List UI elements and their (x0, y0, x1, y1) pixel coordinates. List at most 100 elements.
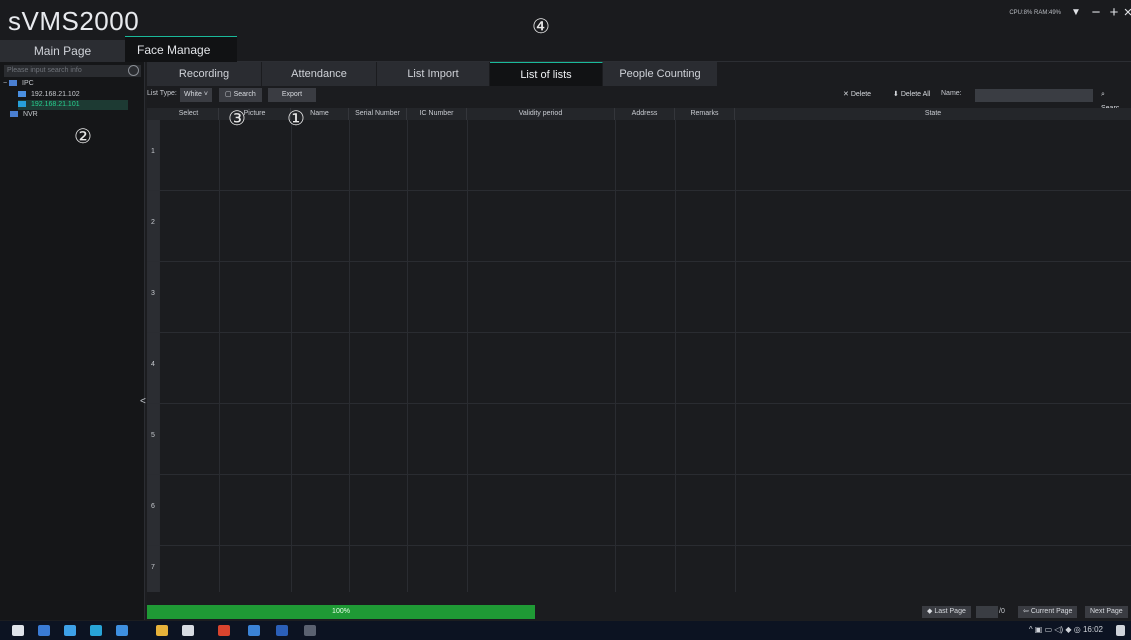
row-number: 2 (151, 219, 155, 226)
maximize-icon[interactable]: + (1107, 4, 1121, 21)
row-divider (147, 261, 1131, 262)
delete-button[interactable]: ✕ Delete (837, 88, 877, 102)
progress-bar: 100% (147, 605, 535, 619)
current-page-button[interactable]: ⇦ Current Page (1018, 606, 1078, 618)
current-page-label: Current Page (1030, 608, 1073, 615)
search-button-label: Search (233, 91, 256, 98)
dropdown-icon[interactable]: ▼ (1069, 7, 1083, 18)
tree-node-camera[interactable]: 192.168.21.102 (18, 90, 80, 100)
tree-node-nvr[interactable]: NVR (10, 110, 38, 120)
os-taskbar: ^ ▣ ▭ ◁) ◆ ◎ 16:02 (0, 621, 1131, 640)
name-filter-input[interactable] (975, 89, 1093, 102)
table-row[interactable]: 2 (147, 191, 159, 261)
start-icon[interactable] (12, 625, 24, 636)
file-explorer-icon[interactable] (38, 625, 50, 636)
device-tree-panel: Please input search info − IPC 192.168.2… (0, 62, 146, 620)
collapse-panel-icon[interactable]: < (140, 396, 146, 407)
last-page-label: Last Page (934, 608, 966, 615)
table-row[interactable]: 4 (147, 333, 159, 403)
tab-face-manage[interactable]: Face Manage (125, 36, 237, 62)
marker-1: ① (287, 106, 305, 130)
name-filter-label: Name: (941, 90, 962, 97)
table-row[interactable]: 5 (147, 404, 159, 474)
browser-icon[interactable] (90, 625, 102, 636)
folder-icon (10, 111, 18, 118)
table-row[interactable]: 1 (147, 120, 159, 190)
tab-main-page[interactable]: Main Page (0, 40, 125, 62)
app-icon[interactable] (116, 625, 128, 636)
search-right-button[interactable]: ⌕ Searc (1095, 88, 1131, 112)
close-icon[interactable]: × (1121, 4, 1131, 21)
table-row[interactable]: 6 (147, 475, 159, 545)
search-icon[interactable] (128, 65, 139, 76)
col-address[interactable]: Address (615, 108, 675, 120)
delete-all-label: Delete All (900, 91, 931, 98)
row-number: 4 (151, 361, 155, 368)
table-row[interactable]: 7 (147, 546, 159, 592)
system-tray: ^ ▣ ▭ ◁) ◆ ◎ 16:02 (1029, 625, 1103, 634)
tab-list-import[interactable]: List Import (377, 62, 490, 86)
minimize-icon[interactable]: − (1089, 4, 1103, 21)
tray-icons[interactable]: ^ ▣ ▭ ◁) ◆ ◎ (1029, 625, 1083, 634)
camera-icon (18, 101, 26, 108)
app-window: sVMS2000 Main Page Face Manage ④ CPU:8% … (0, 0, 1131, 640)
title-bar: sVMS2000 Main Page Face Manage ④ CPU:8% … (0, 0, 1131, 62)
progress-label: 100% (332, 608, 350, 615)
tree-node-camera-selected[interactable]: 192.168.21.101 (18, 100, 128, 110)
svms-app-icon[interactable] (304, 625, 316, 636)
device-search-input[interactable]: Please input search info (4, 65, 141, 77)
page-number-input[interactable] (976, 606, 998, 618)
export-button[interactable]: Export (268, 88, 316, 102)
collapse-icon[interactable]: − (3, 80, 7, 87)
list-type-select[interactable]: White ˅ (180, 88, 212, 102)
list-type-label: List Type: (147, 90, 177, 97)
last-page-button[interactable]: ◆ Last Page (922, 606, 971, 618)
word-icon[interactable] (276, 625, 288, 636)
tree-node-label: NVR (22, 111, 38, 118)
edge-icon[interactable] (64, 625, 76, 636)
tree-node-label: IPC (22, 80, 34, 87)
toolbar: List Type: White ˅ ▢ Search Export ✕ Del… (147, 88, 1131, 112)
explorer-icon[interactable] (248, 625, 260, 636)
col-validity-period[interactable]: Validity period (467, 108, 615, 120)
row-number: 1 (151, 148, 155, 155)
app-title: sVMS2000 (8, 6, 140, 36)
table-row[interactable]: 3 (147, 262, 159, 332)
row-number: 5 (151, 432, 155, 439)
page-total: /0 (999, 608, 1005, 615)
list-table: Select Picture Name Serial Number IC Num… (147, 108, 1131, 592)
tab-list-of-lists[interactable]: List of lists (490, 62, 603, 86)
folder-icon (9, 80, 18, 87)
search-button[interactable]: ▢ Search (219, 88, 262, 102)
chrome-icon[interactable] (218, 625, 230, 636)
col-select[interactable]: Select (159, 108, 219, 120)
row-number: 7 (151, 564, 155, 572)
col-ic-number[interactable]: IC Number (407, 108, 467, 120)
col-remarks[interactable]: Remarks (675, 108, 735, 120)
tab-recording[interactable]: Recording (147, 62, 262, 86)
next-page-button[interactable]: Next Page (1085, 606, 1128, 618)
camera-icon (18, 91, 26, 98)
list-type-value: White (184, 91, 202, 98)
marker-4: ④ (532, 14, 550, 38)
tree-node-ipc[interactable]: − IPC (3, 79, 34, 89)
sub-tabs: Recording Attendance List Import List of… (147, 62, 1131, 86)
marker-3: ③ (228, 106, 246, 130)
system-usage: CPU:8% RAM:49% (1009, 10, 1061, 16)
row-number: 3 (151, 290, 155, 297)
row-number: 6 (151, 503, 155, 510)
folder-icon[interactable] (156, 625, 168, 636)
delete-all-button[interactable]: ⬇ Delete All (887, 88, 936, 102)
clock: 16:02 (1082, 625, 1103, 634)
tab-people-counting[interactable]: People Counting (603, 62, 718, 86)
tree-node-label: 192.168.21.101 (30, 101, 80, 108)
row-divider (147, 545, 1131, 546)
col-serial-number[interactable]: Serial Number (349, 108, 407, 120)
tab-attendance[interactable]: Attendance (262, 62, 377, 86)
marker-2: ② (74, 124, 92, 148)
store-icon[interactable] (182, 625, 194, 636)
col-state[interactable]: State (735, 108, 1131, 120)
row-divider (147, 474, 1131, 475)
row-divider (147, 190, 1131, 191)
notification-icon[interactable] (1116, 625, 1125, 636)
